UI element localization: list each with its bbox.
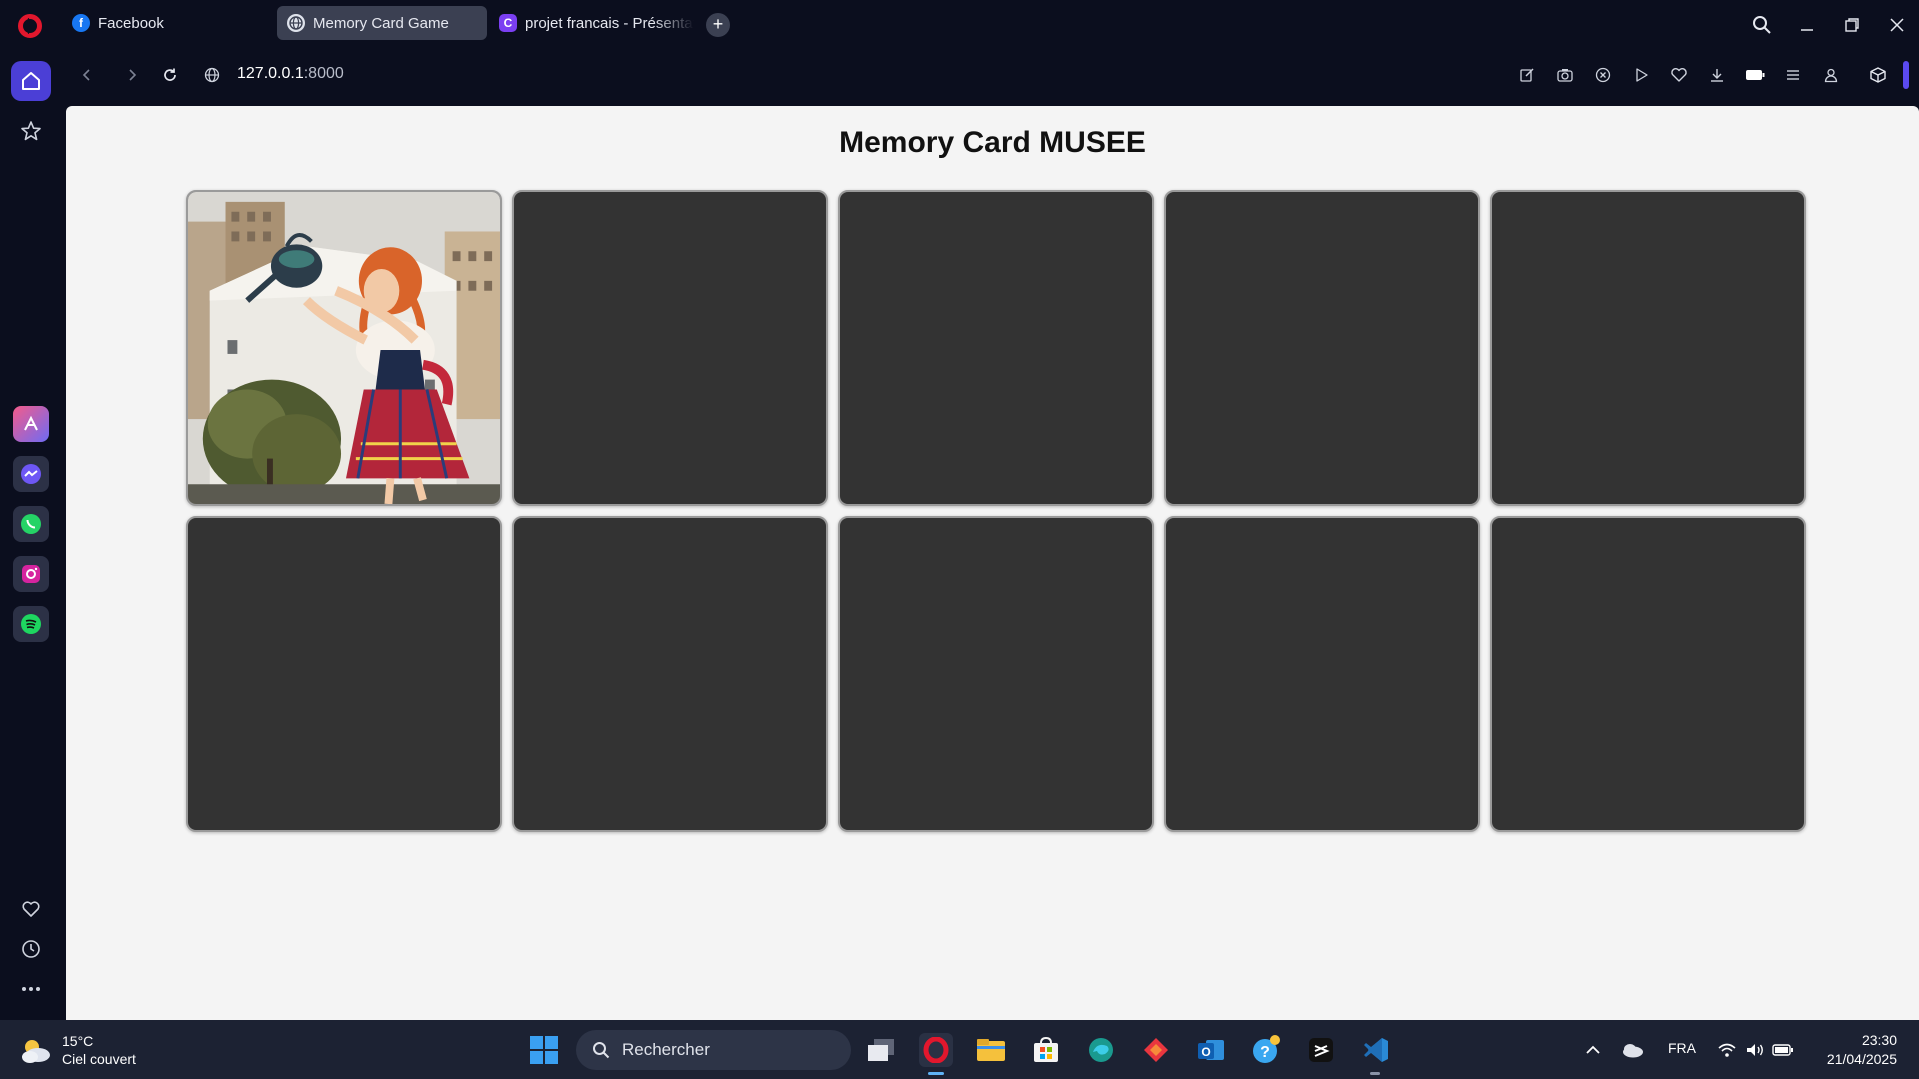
canva-icon: C (499, 14, 517, 32)
url-port: :8000 (303, 65, 344, 82)
site-info-globe-icon[interactable] (200, 63, 224, 87)
svg-text:?: ? (1260, 1044, 1270, 1061)
battery-saver-icon[interactable] (1743, 63, 1767, 87)
adblock-shield-icon[interactable] (1591, 63, 1615, 87)
windows-taskbar: 15°C Ciel couvert Rechercher O ? FRA 23:… (0, 1020, 1919, 1079)
tab-projet-francais[interactable]: C projet francais - Présentati (489, 6, 694, 40)
memory-card-hidden[interactable] (512, 516, 828, 832)
spotify-icon[interactable] (13, 606, 49, 642)
weather-desc: Ciel couvert (62, 1051, 136, 1067)
memory-card-grid (186, 190, 1806, 832)
speed-dial-star-icon[interactable] (11, 111, 51, 151)
memory-card-hidden[interactable] (1490, 516, 1806, 832)
search-tabs-icon[interactable] (1747, 10, 1777, 40)
home-icon[interactable] (11, 61, 51, 101)
clock-date: 21/04/2025 (1826, 1051, 1897, 1067)
back-icon[interactable] (75, 63, 99, 87)
weather-temp: 15°C (62, 1033, 94, 1049)
outlook-icon[interactable]: O (1194, 1033, 1228, 1067)
onedrive-cloud-icon[interactable] (1615, 1033, 1649, 1067)
memory-card-revealed[interactable] (186, 190, 502, 506)
clock-time: 23:30 (1861, 1032, 1897, 1048)
mural-image (188, 192, 500, 504)
page-viewport: Memory Card MUSEE (66, 106, 1919, 1020)
search-icon (593, 1042, 610, 1059)
taskbar-search-input[interactable]: Rechercher (576, 1030, 851, 1070)
memory-card-hidden[interactable] (512, 190, 828, 506)
globe-icon (287, 14, 305, 32)
task-view-icon[interactable] (864, 1033, 898, 1067)
running-app-indicator (1370, 1072, 1380, 1075)
tab-label: Facebook (98, 14, 164, 32)
file-explorer-icon[interactable] (974, 1033, 1008, 1067)
memory-card-hidden[interactable] (1164, 190, 1480, 506)
battery-icon[interactable] (1766, 1033, 1800, 1067)
edit-icon[interactable] (1515, 63, 1539, 87)
download-icon[interactable] (1705, 63, 1729, 87)
memory-card-hidden[interactable] (1164, 516, 1480, 832)
forward-icon[interactable] (120, 63, 144, 87)
player-play-icon[interactable] (1629, 63, 1653, 87)
get-help-icon[interactable]: ? (1249, 1033, 1283, 1067)
windows-start-icon[interactable] (527, 1033, 561, 1067)
memory-card-hidden[interactable] (186, 516, 502, 832)
snapshot-camera-icon[interactable] (1553, 63, 1577, 87)
aria-app-icon[interactable] (13, 406, 49, 442)
tab-label: Memory Card Game (313, 14, 449, 32)
address-bar: 127.0.0.1:8000 (66, 53, 1919, 97)
url-host: 127.0.0.1 (237, 65, 304, 82)
language-indicator[interactable]: FRA (1668, 1040, 1696, 1056)
show-hidden-icons-chevron-up-icon[interactable] (1576, 1033, 1610, 1067)
profile-icon[interactable] (1819, 63, 1843, 87)
red-diamond-app-icon[interactable] (1139, 1033, 1173, 1067)
search-placeholder: Rechercher (622, 1040, 710, 1059)
messenger-icon[interactable] (13, 456, 49, 492)
weather-widget[interactable]: 15°C Ciel couvert (18, 1032, 136, 1068)
browser-titlebar: f Facebook Memory Card Game C projet fra… (0, 0, 1919, 50)
opera-sidebar (0, 50, 62, 1020)
memory-card-hidden[interactable] (838, 516, 1154, 832)
system-clock[interactable]: 23:30 21/04/2025 (1827, 1031, 1897, 1069)
new-tab-button[interactable]: + (706, 13, 730, 37)
restore-icon[interactable] (1837, 10, 1867, 40)
history-clock-icon[interactable] (11, 929, 51, 969)
memory-card-hidden[interactable] (1490, 190, 1806, 506)
vscode-icon[interactable] (1359, 1033, 1393, 1067)
opera-logo-icon[interactable] (18, 14, 42, 38)
minimize-icon[interactable] (1792, 10, 1822, 40)
active-app-indicator (928, 1072, 944, 1075)
whatsapp-icon[interactable] (13, 506, 49, 542)
easy-setup-menu-icon[interactable] (1781, 63, 1805, 87)
close-window-icon[interactable] (1882, 10, 1912, 40)
tab-facebook[interactable]: f Facebook (62, 6, 262, 40)
tab-memory-card-game[interactable]: Memory Card Game (277, 6, 487, 40)
extensions-cube-icon[interactable] (1866, 63, 1890, 87)
microsoft-store-icon[interactable] (1029, 1033, 1063, 1067)
heart-icon[interactable] (11, 889, 51, 929)
capcut-icon[interactable] (1304, 1033, 1338, 1067)
reload-icon[interactable] (158, 63, 182, 87)
cloudy-weather-icon (22, 1040, 50, 1063)
edge-icon[interactable] (1084, 1033, 1118, 1067)
svg-text:O: O (1201, 1045, 1210, 1059)
page-title: Memory Card MUSEE (839, 126, 1146, 159)
tab-label: projet francais - Présentati (525, 14, 694, 32)
more-options-icon[interactable] (11, 969, 51, 1009)
instagram-icon[interactable] (13, 556, 49, 592)
opera-taskbar-icon[interactable] (919, 1033, 953, 1067)
pinboard-heart-icon[interactable] (1667, 63, 1691, 87)
memory-card-hidden[interactable] (838, 190, 1154, 506)
facebook-icon: f (72, 14, 90, 32)
sidebar-accent-handle[interactable] (1903, 61, 1909, 89)
url-field[interactable]: 127.0.0.1:8000 (237, 65, 344, 83)
